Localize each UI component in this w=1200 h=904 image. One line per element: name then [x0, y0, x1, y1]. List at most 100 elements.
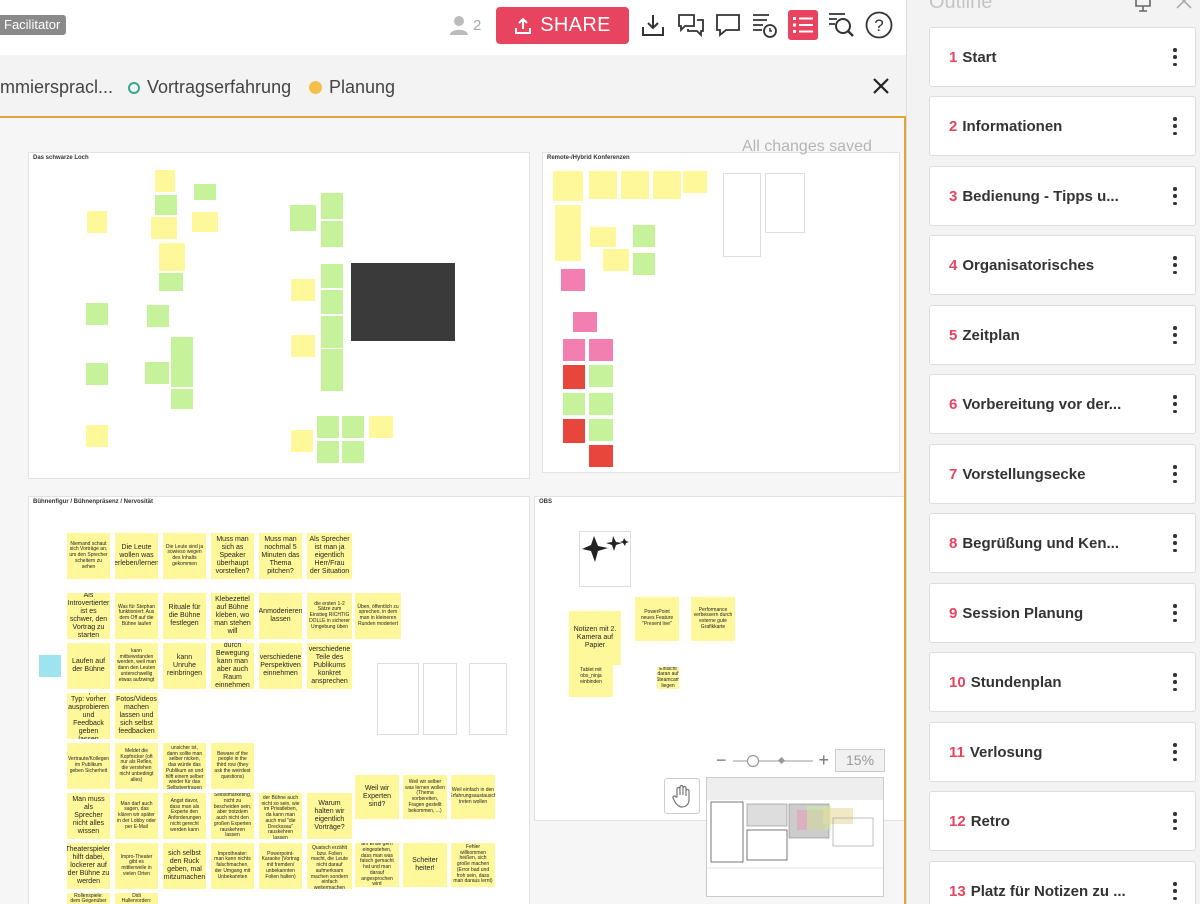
more-options-icon[interactable] — [1173, 465, 1177, 483]
sticky-note[interactable]: Niemand schaut sich Vorträge an, um den … — [67, 533, 110, 579]
facilitator-badge[interactable]: Facilitator — [0, 15, 67, 35]
frame-obs[interactable]: OBS Notizen mit 2. Kamera auf Papier Pow… — [534, 496, 904, 821]
sticky-note[interactable]: kann Unruhe reinbringen — [163, 643, 206, 689]
sticky-note[interactable]: Theaterspielen hilft dabei, lockerer auf… — [67, 843, 110, 889]
sticky-note[interactable]: Man muss als Sprecher nicht alles wissen — [67, 793, 110, 839]
outline-item-vorstellungsecke[interactable]: 7 Vorstellungsecke — [929, 444, 1196, 504]
sticky-note[interactable]: verschiedene Teile des Publikums konkret… — [307, 643, 352, 689]
sticky-note[interactable]: Was für Stephan funktioniert: Aus dem Of… — [115, 593, 158, 639]
outline-item-platz-fuer-notizen[interactable]: 13 Platz für Notizen zu ... — [929, 861, 1196, 904]
sticky-note[interactable]: am Ende gern eingestehen, dass man was f… — [355, 843, 399, 887]
sticky-note[interactable]: Weil wir Experten sind? — [355, 775, 399, 819]
sticky-note[interactable]: kann mitbewstanden werden, weil man dann… — [115, 643, 158, 689]
sticky-note[interactable]: sich selbst den Ruck geben, mal mitzumac… — [163, 843, 206, 889]
outline-item-informationen[interactable]: 2 Informationen — [929, 96, 1196, 156]
frame-das-schwarze-loch[interactable]: Das schwarze Loch — [28, 152, 530, 479]
more-options-icon[interactable] — [1173, 395, 1177, 413]
sticky-note[interactable]: Meldet die Kopfnicker (oft nur als Refle… — [115, 743, 158, 789]
sticky-note[interactable]: durch Bewegung kann man aber auch Raum e… — [211, 643, 254, 689]
sticky-note[interactable]: Die Leute wollen was erleben/lernen — [115, 533, 158, 579]
more-options-icon[interactable] — [1173, 673, 1177, 691]
more-options-icon[interactable] — [1173, 812, 1177, 830]
outline-item-begruessung[interactable]: 8 Begrüßung und Ken... — [929, 513, 1196, 573]
more-options-icon[interactable] — [1173, 604, 1177, 622]
sticky-note[interactable]: Powerpoint-Karaoke (Vortrag mit fremden/… — [259, 843, 302, 889]
sticky-note[interactable]: wenn man mal Quatsch erzählt bzw. Folien… — [307, 843, 352, 889]
more-options-icon[interactable] — [1173, 743, 1177, 761]
close-sidebar-icon[interactable] — [1175, 0, 1193, 10]
sticky-note[interactable]: Muss man nochmal 5 Minuten das Thema pit… — [259, 533, 302, 579]
frame-remote-hybrid-konferenzen[interactable]: Remote-/Hybrid Konferenzen — [542, 152, 900, 473]
sticky-note[interactable]: PowerPoint neues Feature "Present live" — [635, 597, 679, 641]
outline-item-verlosung[interactable]: 11 Verlosung — [929, 722, 1196, 782]
obs-link-card[interactable] — [579, 531, 631, 587]
tag-planung[interactable]: Planung — [309, 77, 395, 98]
outline-toggle-button[interactable] — [788, 10, 818, 40]
more-options-icon[interactable] — [1173, 187, 1177, 205]
comments-button[interactable] — [676, 10, 706, 40]
outline-item-session-planung[interactable]: 9 Session Planung — [929, 583, 1196, 643]
sticky-note[interactable]: Rituale für die Bühne festlegen — [163, 593, 206, 639]
timer-list-button[interactable] — [750, 10, 780, 40]
sticky-note[interactable]: Impro-Theater gibt es mittlerweile in vi… — [115, 843, 158, 889]
help-button[interactable]: ? — [864, 10, 894, 40]
outline-item-zeitplan[interactable]: 5 Zeitplan — [929, 305, 1196, 365]
outline-item-organisatorisches[interactable]: 4 Organisatorisches — [929, 235, 1196, 295]
sticky-note[interactable]: Scheiter heiter! — [403, 843, 447, 887]
sticky-note[interactable]: Rollenspiele: dem Gegenüber eine Rolle z… — [67, 893, 110, 904]
sticky-note[interactable]: Vertraute/Kollegen im Publikum geben Sic… — [67, 743, 110, 789]
sticky-note[interactable]: Man darf auch sagen, das klären wir spät… — [115, 793, 158, 839]
sticky-note[interactable]: Didi Hallervorden: Experten sind die, di… — [115, 893, 158, 904]
outline-item-vorbereitung[interactable]: 6 Vorbereitung vor der... — [929, 374, 1196, 434]
frame-buehnenfigur[interactable]: Bühnenfigur / Bühnenpräsenz / Nervosität… — [28, 496, 530, 904]
sticky-note[interactable]: Improtheater: man kann nichts falschmach… — [211, 843, 254, 889]
zoom-in-button[interactable]: + — [819, 750, 830, 771]
more-options-icon[interactable] — [1173, 117, 1177, 135]
sticky-note[interactable]: die ersten 1-2 Sätze zum Einstieg RICHTI… — [307, 593, 352, 639]
sticky-note[interactable]: Fotos/Videos machen lassen und sich selb… — [115, 693, 158, 739]
zoom-percent[interactable]: 15% — [835, 749, 886, 772]
sticky-note[interactable]: Weil einfach in den Erfahrungsaustausch … — [451, 775, 495, 819]
sticky-note[interactable]: Die Leute sind ja sowieso wegen des Inha… — [163, 533, 206, 579]
zoom-out-button[interactable]: − — [716, 750, 727, 771]
sticky-note[interactable]: Üben, öffentlich zu sprechen, in dem man… — [355, 593, 401, 639]
sticky-note[interactable]: Als Introvertierter ist es schwer, den V… — [67, 593, 110, 639]
pan-tool-button[interactable] — [664, 778, 700, 814]
online-users[interactable]: 2 — [448, 14, 481, 36]
close-tags-button[interactable] — [870, 75, 892, 97]
sticky-note[interactable]: Selbstmarketing, nicht zu bescheiden sei… — [211, 793, 254, 839]
more-options-icon[interactable] — [1173, 48, 1177, 66]
outline-item-bedienung[interactable]: 3 Bedienung - Tipps u... — [929, 166, 1196, 226]
sticky-note[interactable]: Tablet mit obs_ninja einbinden — [569, 657, 613, 697]
sticky-note[interactable]: Laufen auf der Bühne — [67, 643, 110, 689]
sticky-note[interactable]: Performance verbessern durch externe gut… — [691, 597, 735, 641]
sticky-note[interactable]: Beware of the people in the third row (t… — [211, 743, 254, 789]
outline-item-retro[interactable]: 12 Retro — [929, 791, 1196, 851]
more-options-icon[interactable] — [1173, 326, 1177, 344]
share-button[interactable]: SHARE — [496, 7, 629, 44]
sticky-note[interactable]: Warum halten wir eigentlich Vorträge? — [307, 793, 352, 839]
more-options-icon[interactable] — [1173, 882, 1177, 900]
chat-button[interactable] — [713, 10, 743, 40]
minimap[interactable] — [706, 777, 884, 897]
search-button[interactable] — [826, 10, 856, 40]
outline-item-stundenplan[interactable]: 10 Stundenplan — [929, 652, 1196, 712]
tag-vortragserfahrung[interactable]: Vortragserfahrung — [128, 77, 291, 98]
sticky-note[interactable]: wenn man unsicher ist, dann sollte man s… — [163, 743, 206, 789]
more-options-icon[interactable] — [1173, 256, 1177, 274]
sticky-note[interactable]: Anmoderieren lassen — [259, 593, 302, 639]
sticky-note[interactable]: Fehler willkommen heißen, sich große mac… — [451, 843, 495, 887]
outline-item-start[interactable]: 1 Start — [929, 27, 1196, 87]
sticky-note[interactable]: Muss man sich as Speaker überhaupt vorst… — [211, 533, 254, 579]
sticky-note[interactable]: verschiedene Perspektiven einnehmen — [259, 643, 302, 689]
tag-programmiersprachen[interactable]: mmierspracl... — [0, 77, 113, 98]
present-icon[interactable] — [1131, 0, 1155, 12]
more-options-icon[interactable] — [1173, 534, 1177, 552]
photo-thumbnail[interactable] — [351, 263, 455, 341]
sticky-note[interactable]: Als Sprecher ist man ja eigentlich Herr/… — [307, 533, 352, 579]
sticky-note[interactable]: Weil wir selber was lernen wollen (Thema… — [403, 775, 447, 819]
sticky-note[interactable]: Einsicht daran auf Steamcam liegen — [657, 667, 679, 689]
zoom-slider[interactable] — [732, 754, 813, 768]
sticky-note[interactable]: Angst davor, dass man als Experte den An… — [163, 793, 206, 839]
sticky-note[interactable]: Klebezettel auf Bühne kleben, wo man ste… — [211, 593, 254, 639]
